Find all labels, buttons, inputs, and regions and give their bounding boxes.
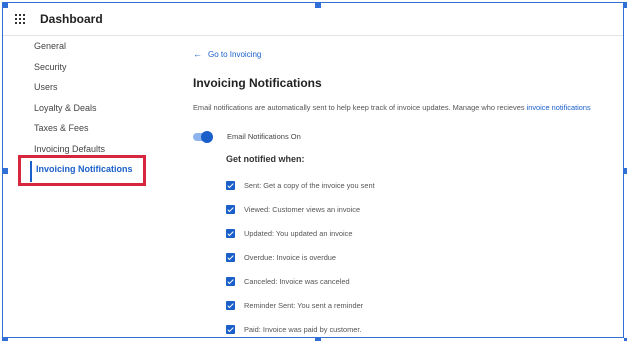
back-link-label: Go to Invoicing [208, 49, 262, 59]
sidebar-item-general[interactable]: General [30, 38, 160, 59]
checkbox[interactable] [226, 324, 235, 334]
option-overdue: Overdue: Invoice is overdue [226, 245, 375, 269]
top-bar: Dashboard [3, 3, 623, 36]
option-sent: Sent: Get a copy of the invoice you sent [226, 173, 375, 197]
notified-heading: Get notified when: [226, 154, 305, 164]
checkbox[interactable] [226, 180, 235, 190]
page-title: Invoicing Notifications [193, 76, 322, 90]
option-label: Canceled: Invoice was canceled [244, 276, 350, 286]
sidebar-item-users[interactable]: Users [30, 79, 160, 100]
sidebar-item-loyalty-deals[interactable]: Loyalty & Deals [30, 100, 160, 121]
option-label: Viewed: Customer views an invoice [244, 204, 361, 214]
option-paid: Paid: Invoice was paid by customer. [226, 317, 375, 341]
option-label: Overdue: Invoice is overdue [244, 252, 337, 262]
checkbox[interactable] [226, 276, 235, 286]
option-updated: Updated: You updated an invoice [226, 221, 375, 245]
checkbox[interactable] [226, 300, 235, 310]
toggle-label: Email Notifications On [227, 132, 301, 141]
arrow-left-icon: ← [193, 49, 202, 59]
option-reminder-sent: Reminder Sent: You sent a reminder [226, 293, 375, 317]
option-label: Paid: Invoice was paid by customer. [244, 324, 362, 334]
option-canceled: Canceled: Invoice was canceled [226, 269, 375, 293]
invoice-notifications-link[interactable]: invoice notifications [527, 103, 591, 112]
description: Email notifications are automatically se… [193, 103, 591, 112]
option-label: Reminder Sent: You sent a reminder [244, 300, 364, 310]
grid-menu-icon[interactable] [15, 14, 25, 24]
main-content: ← Go to Invoicing Invoicing Notification… [193, 48, 623, 112]
option-label: Updated: You updated an invoice [244, 228, 353, 238]
option-label: Sent: Get a copy of the invoice you sent [244, 180, 375, 190]
email-notifications-toggle-row: Email Notifications On [193, 130, 301, 143]
notification-options: Sent: Get a copy of the invoice you sent… [226, 173, 375, 341]
highlight-box [18, 155, 146, 186]
sidebar-item-taxes-fees[interactable]: Taxes & Fees [30, 120, 160, 141]
sidebar-item-security[interactable]: Security [30, 59, 160, 80]
checkbox[interactable] [226, 228, 235, 238]
app-title: Dashboard [40, 12, 103, 26]
resize-handle[interactable] [2, 168, 8, 174]
email-notifications-toggle[interactable] [193, 130, 213, 143]
checkbox[interactable] [226, 204, 235, 214]
toggle-knob [201, 130, 213, 143]
back-link[interactable]: ← Go to Invoicing [193, 48, 623, 60]
checkbox[interactable] [226, 252, 235, 262]
option-viewed: Viewed: Customer views an invoice [226, 197, 375, 221]
description-text: Email notifications are automatically se… [193, 103, 527, 112]
